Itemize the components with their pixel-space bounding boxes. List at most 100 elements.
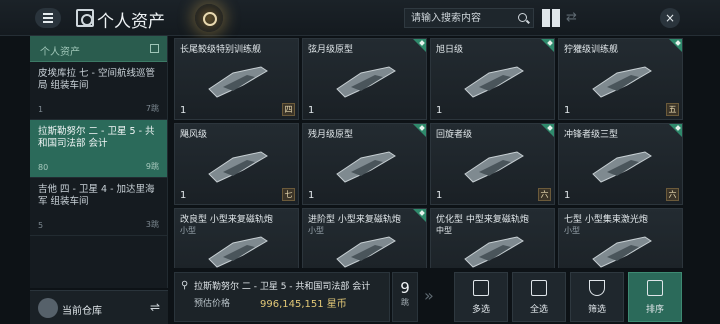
location-pin-icon: ⚲ <box>181 280 189 291</box>
size-label: 小型 <box>180 226 196 235</box>
price-label: 预估价格 <box>194 299 231 309</box>
search-input[interactable] <box>405 9 505 27</box>
fitted-corner-icon <box>669 124 682 137</box>
fitted-corner-icon <box>413 39 426 52</box>
grid-view-icon[interactable] <box>542 9 560 27</box>
item-quantity: 1 <box>564 190 571 201</box>
sidebar-item-location[interactable]: 吉他 四 - 卫星 4 - 加达里海军 组装车间 5 3跳 <box>30 178 167 236</box>
action-label: 多选 <box>471 305 490 315</box>
menu-button[interactable] <box>35 8 61 28</box>
swap-view-icon[interactable]: ⇄ <box>566 10 577 25</box>
filter-icon <box>589 280 605 296</box>
location-panel: ⚲ 拉斯勒努尔 二 - 卫星 5 - 共和国司法部 会计 预估价格 996,14… <box>174 272 390 322</box>
action-label: 筛选 <box>587 305 606 315</box>
asset-item[interactable]: 回旋者级 1 六 <box>430 123 555 205</box>
sidebar-item-location[interactable]: 拉斯勒努尔 二 - 卫星 5 - 共和国司法部 会计 80 9跳 <box>30 120 167 178</box>
item-name: 弦月级原型 <box>308 45 354 55</box>
asset-item[interactable]: 旭日级 1 <box>430 38 555 120</box>
item-quantity: 1 <box>308 190 315 201</box>
size-label: 小型 <box>564 226 580 235</box>
item-name: 飓风级 <box>180 130 208 140</box>
filter-button[interactable]: 筛选 <box>570 272 624 322</box>
sidebar-header[interactable]: 个人资产 <box>30 36 167 62</box>
current-warehouse-label: 当前仓库 <box>62 306 102 317</box>
sort-button[interactable]: 排序 <box>628 272 682 322</box>
item-count: 5 <box>38 221 44 230</box>
current-warehouse-bar[interactable]: 当前仓库 ⇌ <box>30 290 168 324</box>
item-quantity: 1 <box>436 190 443 201</box>
target-button[interactable] <box>195 4 223 32</box>
location-sidebar: 个人资产 皮埃库拉 七 - 空间航线巡管局 组装车间 1 7跳 拉斯勒努尔 二 … <box>30 36 168 288</box>
item-name: 旭日级 <box>436 45 464 55</box>
checkbox-icon <box>473 280 489 296</box>
tier-badge: 六 <box>538 188 551 201</box>
jump-count: 7跳 <box>145 104 159 113</box>
asset-item[interactable]: 七型 小型集束激光炮 小型 <box>558 208 683 268</box>
asset-item[interactable]: 弦月级原型 1 <box>302 38 427 120</box>
location-name: 吉他 四 - 卫星 4 - 加达里海军 组装车间 <box>38 184 155 207</box>
fitted-corner-icon <box>413 124 426 137</box>
tier-badge: 六 <box>666 188 679 201</box>
item-quantity: 1 <box>308 105 315 116</box>
jump-count: 9跳 <box>145 162 159 171</box>
switch-icon[interactable]: ⇌ <box>150 300 160 314</box>
top-bar: 个人资产 ⇄ × <box>0 0 720 36</box>
tier-badge: 七 <box>282 188 295 201</box>
fitted-corner-icon <box>413 209 426 222</box>
item-count: 80 <box>38 163 49 172</box>
asset-item[interactable]: 改良型 小型来复磁轨炮 小型 <box>174 208 299 268</box>
assets-icon <box>76 9 94 27</box>
size-label: 小型 <box>308 226 324 235</box>
jump-count: 3跳 <box>145 220 159 229</box>
hamburger-icon <box>43 17 53 19</box>
item-name: 狞獾级训练舰 <box>564 45 619 55</box>
item-name: 进阶型 小型来复磁轨炮 <box>308 215 401 225</box>
location-name: 皮埃库拉 七 - 空间航线巡管局 组装车间 <box>38 68 155 91</box>
item-name: 回旋者级 <box>436 130 473 140</box>
asset-item[interactable]: 残月级原型 1 <box>302 123 427 205</box>
tier-badge: 五 <box>666 103 679 116</box>
sort-icon <box>647 280 663 296</box>
asset-item[interactable]: 进阶型 小型来复磁轨炮 小型 <box>302 208 427 268</box>
tier-badge: 四 <box>282 103 295 116</box>
item-quantity: 1 <box>564 105 571 116</box>
chevron-right-icon[interactable]: » <box>424 286 434 305</box>
asset-item[interactable]: 优化型 中型来复磁轨炮 中型 <box>430 208 555 268</box>
search-box[interactable] <box>404 8 534 28</box>
sidebar-header-label: 个人资产 <box>40 47 80 58</box>
asset-item[interactable]: 冲锋者级三型 1 六 <box>558 123 683 205</box>
asset-item[interactable]: 飓风级 1 七 <box>174 123 299 205</box>
check-all-icon <box>531 280 547 296</box>
close-button[interactable]: × <box>660 8 680 28</box>
jump-panel[interactable]: 9 跳 <box>392 272 418 322</box>
item-quantity: 1 <box>436 105 443 116</box>
location-name: 拉斯勒努尔 二 - 卫星 5 - 共和国司法部 会计 <box>38 126 155 149</box>
jump-number: 9 <box>400 279 410 297</box>
fitted-corner-icon <box>541 124 554 137</box>
location-text: 拉斯勒努尔 二 - 卫星 5 - 共和国司法部 会计 <box>194 282 371 292</box>
asset-item[interactable]: 狞獾级训练舰 1 五 <box>558 38 683 120</box>
sidebar-item-location[interactable]: 皮埃库拉 七 - 空间航线巡管局 组装车间 1 7跳 <box>30 62 167 120</box>
edit-icon[interactable] <box>150 44 159 53</box>
multi-select-button[interactable]: 多选 <box>454 272 508 322</box>
price-value: 996,145,151 星币 <box>260 299 347 310</box>
jump-unit: 跳 <box>401 298 409 307</box>
action-label: 全选 <box>529 305 548 315</box>
asset-grid: 长尾鲛级特别训练舰 1 四 弦月级原型 1 旭日级 1 狞獾级训练舰 1 五飓风级 1 七 残月级原型 1… <box>174 38 686 268</box>
page-title: 个人资产 <box>97 12 165 32</box>
item-quantity: 1 <box>180 190 187 201</box>
item-quantity: 1 <box>180 105 187 116</box>
fitted-corner-icon <box>541 39 554 52</box>
item-name: 改良型 小型来复磁轨炮 <box>180 215 273 225</box>
select-all-button[interactable]: 全选 <box>512 272 566 322</box>
item-name: 优化型 中型来复磁轨炮 <box>436 215 529 225</box>
item-name: 七型 小型集束激光炮 <box>564 215 648 225</box>
action-label: 排序 <box>645 305 664 315</box>
fitted-corner-icon <box>669 39 682 52</box>
size-label: 中型 <box>436 226 452 235</box>
search-icon[interactable] <box>518 13 527 22</box>
item-count: 1 <box>38 105 44 114</box>
asset-item[interactable]: 长尾鲛级特别训练舰 1 四 <box>174 38 299 120</box>
item-name: 残月级原型 <box>308 130 354 140</box>
item-name: 冲锋者级三型 <box>564 130 619 140</box>
